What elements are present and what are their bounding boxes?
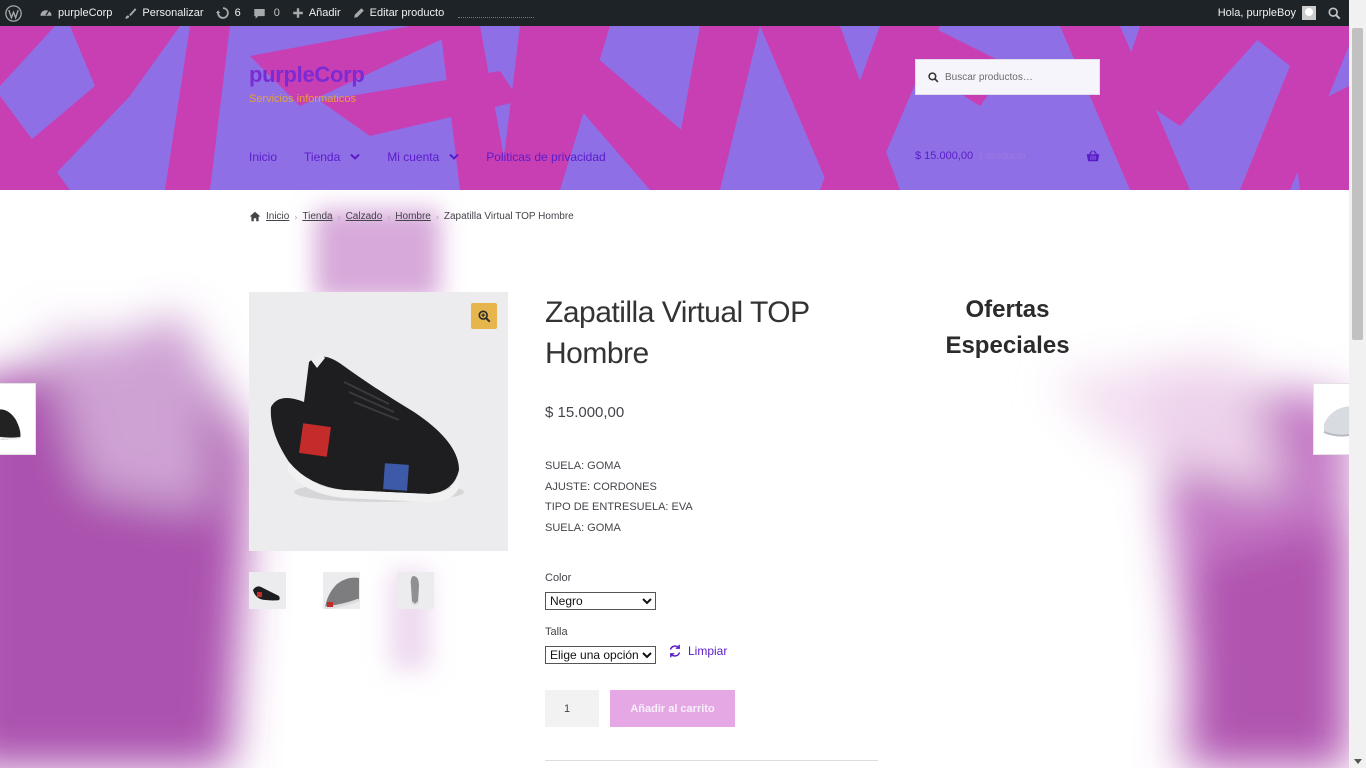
breadcrumb-separator: › bbox=[435, 211, 439, 222]
summary-divider bbox=[545, 760, 878, 761]
nav-item-tienda[interactable]: Tienda bbox=[304, 150, 360, 164]
user-icon bbox=[1302, 6, 1316, 20]
nav-item-mi-cuenta[interactable]: Mi cuenta bbox=[387, 150, 460, 164]
product-main-image[interactable] bbox=[249, 292, 508, 551]
color-select[interactable]: Negro bbox=[545, 592, 656, 610]
brush-icon bbox=[125, 7, 137, 19]
chevron-down-icon bbox=[350, 153, 360, 160]
spec-line: TIPO DE ENTRESUELA: EVA bbox=[545, 501, 693, 514]
add-new-link[interactable]: Añadir bbox=[286, 0, 347, 26]
spec-line: SUELA: GOMA bbox=[545, 522, 621, 535]
product-search[interactable] bbox=[915, 59, 1100, 95]
gallery-thumbnail[interactable] bbox=[397, 572, 434, 609]
customize-label: Personalizar bbox=[142, 7, 204, 19]
shoe-thumbnail-image bbox=[324, 577, 360, 609]
plus-icon bbox=[293, 8, 303, 18]
shoe-thumbnail-image bbox=[1323, 406, 1349, 437]
spec-line: SUELA: GOMA bbox=[545, 460, 621, 472]
wordpress-menu[interactable] bbox=[0, 0, 33, 26]
admin-bar-right: Hola, purpleBoy bbox=[1212, 0, 1366, 26]
quantity-input[interactable] bbox=[545, 690, 599, 727]
scrollbar-thumb[interactable] bbox=[1352, 28, 1363, 340]
breadcrumb-link-calzado[interactable]: Calzado bbox=[346, 211, 383, 222]
nav-label: Tienda bbox=[304, 150, 341, 164]
comments-count: 0 bbox=[273, 7, 280, 19]
pencil-icon bbox=[353, 8, 364, 18]
site-name-link[interactable]: purpleCorp bbox=[33, 0, 118, 26]
site-name: purpleCorp bbox=[58, 7, 113, 19]
admin-bar-placeholder bbox=[458, 16, 535, 18]
header-cart[interactable]: $ 15.000,00 1 producto bbox=[915, 150, 1100, 162]
cart-count: 1 producto bbox=[978, 150, 1026, 162]
nav-label: Politicas de privacidad bbox=[486, 150, 606, 164]
site-title[interactable]: purpleCorp bbox=[249, 62, 365, 88]
cart-amount: $ 15.000,00 bbox=[915, 150, 974, 162]
breadcrumb-link-inicio[interactable]: Inicio bbox=[266, 211, 289, 222]
nav-label: Inicio bbox=[249, 150, 278, 164]
user-account-link[interactable]: Hola, purpleBoy bbox=[1212, 0, 1322, 26]
scroll-down-arrow[interactable] bbox=[1354, 759, 1362, 764]
user-greeting: Hola, purpleBoy bbox=[1217, 7, 1296, 19]
updates-icon bbox=[215, 7, 229, 19]
header-background bbox=[0, 26, 1349, 190]
breadcrumb-current: Zapatilla Virtual TOP Hombre bbox=[443, 211, 574, 222]
search-icon bbox=[1328, 6, 1341, 19]
wordpress-icon bbox=[5, 4, 22, 22]
site-description: Servicios informaticos bbox=[249, 93, 356, 105]
breadcrumb: Inicio › Tienda › Calzado › Hombre › Zap… bbox=[249, 211, 574, 222]
site-header: purpleCorp Servicios informaticos Inicio… bbox=[0, 26, 1349, 190]
breadcrumb-link-hombre[interactable]: Hombre bbox=[395, 211, 431, 222]
updates-link[interactable]: 6 bbox=[210, 0, 247, 26]
gallery-thumbnail[interactable] bbox=[249, 572, 286, 609]
shoe-thumbnail-image bbox=[0, 409, 21, 440]
size-select[interactable]: Elige una opción bbox=[545, 646, 656, 664]
breadcrumb-separator: › bbox=[337, 211, 341, 222]
home-icon bbox=[249, 211, 261, 222]
zoom-in-icon bbox=[477, 309, 490, 322]
nav-item-privacidad[interactable]: Politicas de privacidad bbox=[486, 150, 605, 164]
comments-link[interactable]: 0 bbox=[247, 0, 286, 26]
gallery-thumbnail[interactable] bbox=[323, 572, 360, 609]
shoe-thumbnail-image bbox=[410, 576, 419, 606]
comments-icon bbox=[253, 8, 265, 19]
clear-label: Limpiar bbox=[688, 644, 728, 658]
next-product-link[interactable] bbox=[1313, 383, 1349, 455]
admin-bar: purpleCorp Personalizar 6 0 Añadir Edita… bbox=[0, 0, 1366, 26]
add-to-cart-button[interactable]: Añadir al carrito bbox=[610, 690, 735, 727]
breadcrumb-link-tienda[interactable]: Tienda bbox=[302, 211, 332, 222]
breadcrumb-separator: › bbox=[387, 211, 391, 222]
product-short-description: SUELA: GOMA AJUSTE: CORDONES TIPO DE ENT… bbox=[545, 456, 693, 539]
color-label: Color bbox=[545, 572, 572, 584]
widget-title-special-offers: Ofertas Especiales bbox=[945, 296, 1070, 359]
clear-variations-link[interactable]: Limpiar bbox=[668, 644, 727, 658]
product-title: Zapatilla Virtual TOP Hombre bbox=[545, 296, 810, 370]
shoe-image bbox=[270, 350, 464, 502]
page-scrollbar[interactable] bbox=[1349, 0, 1366, 768]
size-label: Talla bbox=[545, 626, 568, 638]
basket-icon bbox=[1086, 150, 1100, 162]
nav-label: Mi cuenta bbox=[387, 150, 440, 164]
updates-count: 6 bbox=[234, 7, 241, 19]
image-zoom-button[interactable] bbox=[471, 303, 497, 329]
customize-link[interactable]: Personalizar bbox=[118, 0, 209, 26]
edit-product-link[interactable]: Editar producto bbox=[347, 0, 451, 26]
nav-item-inicio[interactable]: Inicio bbox=[249, 150, 277, 164]
add-label: Añadir bbox=[308, 7, 341, 19]
breadcrumb-separator: › bbox=[294, 211, 298, 222]
chevron-down-icon bbox=[449, 153, 460, 160]
search-input[interactable] bbox=[945, 71, 1095, 83]
dashboard-icon bbox=[40, 10, 52, 16]
product-price: $ 15.000,00 bbox=[545, 404, 625, 421]
search-icon bbox=[928, 71, 939, 82]
refresh-icon bbox=[669, 644, 681, 658]
previous-product-link[interactable] bbox=[0, 383, 36, 455]
primary-navigation: Inicio Tienda Mi cuenta Politicas de pri… bbox=[249, 150, 633, 164]
edit-label: Editar producto bbox=[369, 7, 445, 19]
shoe-thumbnail-image bbox=[253, 586, 280, 602]
spec-line: AJUSTE: CORDONES bbox=[545, 480, 657, 493]
